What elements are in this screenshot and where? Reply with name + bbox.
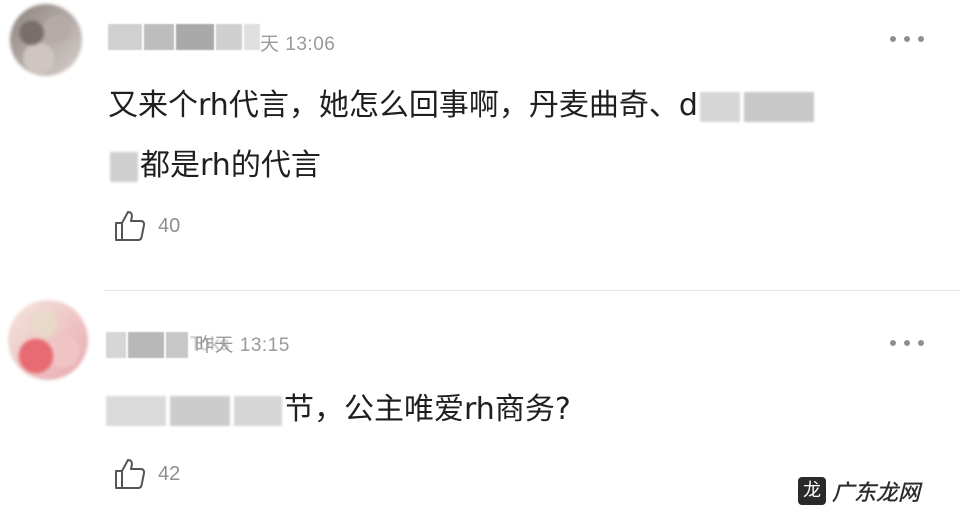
like-count: 42: [158, 462, 181, 485]
redacted-text: [110, 151, 138, 182]
comment-timestamp: 天 13:06: [260, 34, 336, 55]
watermark-text: 广东龙网: [831, 481, 920, 506]
username-blurred[interactable]: [108, 24, 260, 50]
like-button[interactable]: 42: [112, 456, 180, 492]
comment-text: 又来个rh代言，她怎么回事啊，丹麦曲奇、d: [108, 76, 816, 136]
like-count: 40: [158, 214, 181, 237]
dragon-logo-icon: 龙: [797, 477, 826, 505]
thumbs-up-icon: [115, 211, 146, 241]
comment-divider: [104, 290, 960, 291]
comment-timestamp: 昨天 13:15: [195, 335, 290, 356]
comment-item: 天 13:06 又来个rh代言，她怎么回事啊，丹麦曲奇、d 都是rh的代言 40: [0, 0, 960, 290]
avatar[interactable]: [8, 300, 88, 380]
avatar[interactable]: [10, 4, 82, 76]
redacted-text: [234, 395, 282, 426]
comment-text-continued: 都是rh的代言: [108, 136, 321, 196]
redacted-text: [170, 395, 230, 426]
more-dots-icon[interactable]: [890, 338, 924, 348]
redacted-text: [743, 91, 814, 122]
comment-text: 节，公主唯爱rh商务?: [104, 380, 571, 440]
watermark: 龙 广东龙网: [797, 475, 920, 507]
more-dots-icon[interactable]: [890, 34, 924, 44]
comment-text-part: 都是rh的代言: [140, 148, 321, 183]
comment-text-part: 节，公主唯爱rh商务?: [284, 392, 571, 427]
comment-text-part: 又来个rh代言，她怎么回事啊，丹麦曲奇、d: [108, 88, 698, 123]
like-button[interactable]: 40: [112, 208, 180, 244]
redacted-text: [699, 91, 740, 122]
thumbs-up-icon: [115, 459, 146, 489]
redacted-text: [106, 395, 166, 426]
